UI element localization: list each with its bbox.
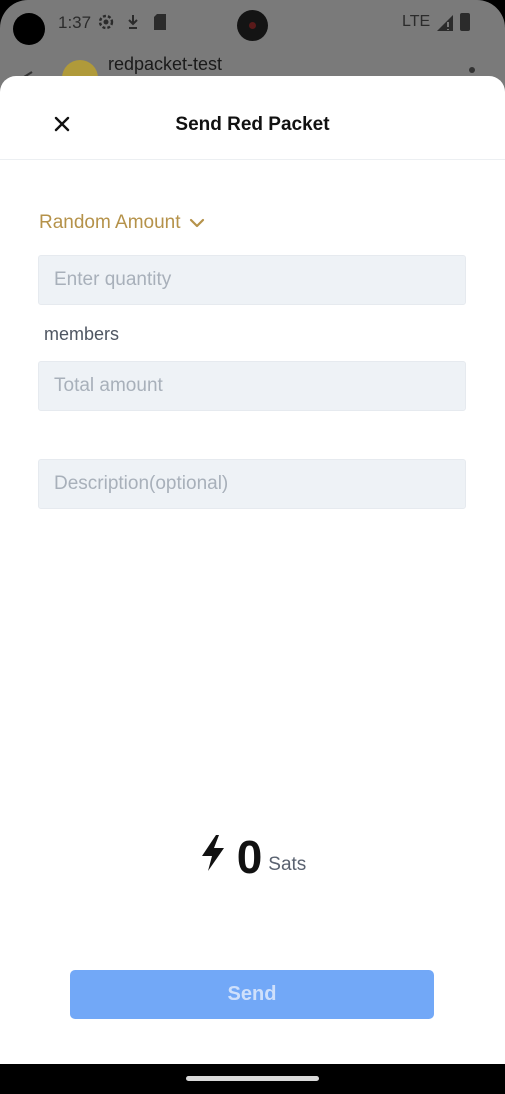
status-bar: 1:37 LTE: [0, 0, 505, 46]
sheet-header: Send Red Packet: [0, 76, 505, 160]
more-icon[interactable]: [469, 67, 475, 73]
send-button[interactable]: Send: [70, 970, 434, 1019]
amount-unit: Sats: [268, 854, 307, 875]
home-indicator[interactable]: [186, 1076, 319, 1081]
description-input[interactable]: [38, 459, 466, 509]
navigation-bar: [0, 1064, 505, 1094]
lightning-icon: [199, 834, 227, 872]
front-camera: [237, 10, 268, 41]
signal-icon: [436, 14, 454, 37]
total-amount-input[interactable]: [38, 361, 466, 411]
quantity-input[interactable]: [38, 255, 466, 305]
settings-icon: [96, 12, 116, 32]
battery-icon: [460, 13, 470, 31]
chat-title: redpacket-test: [108, 54, 223, 74]
amount-mode-dropdown[interactable]: Random Amount: [39, 212, 205, 234]
send-red-packet-sheet: Send Red Packet Random Amount members 0 …: [0, 76, 505, 1064]
chevron-down-icon: [189, 218, 205, 228]
network-type: LTE: [402, 13, 431, 30]
sd-card-icon: [150, 12, 170, 32]
download-icon: [123, 12, 143, 32]
amount-mode-label: Random Amount: [39, 212, 181, 233]
amount-display: 0 Sats: [0, 834, 505, 880]
amount-value: 0: [236, 831, 263, 883]
status-time: 1:37: [58, 13, 92, 32]
sheet-title: Send Red Packet: [175, 114, 330, 135]
members-label: members: [44, 324, 120, 344]
camera-cutout: [13, 13, 45, 45]
